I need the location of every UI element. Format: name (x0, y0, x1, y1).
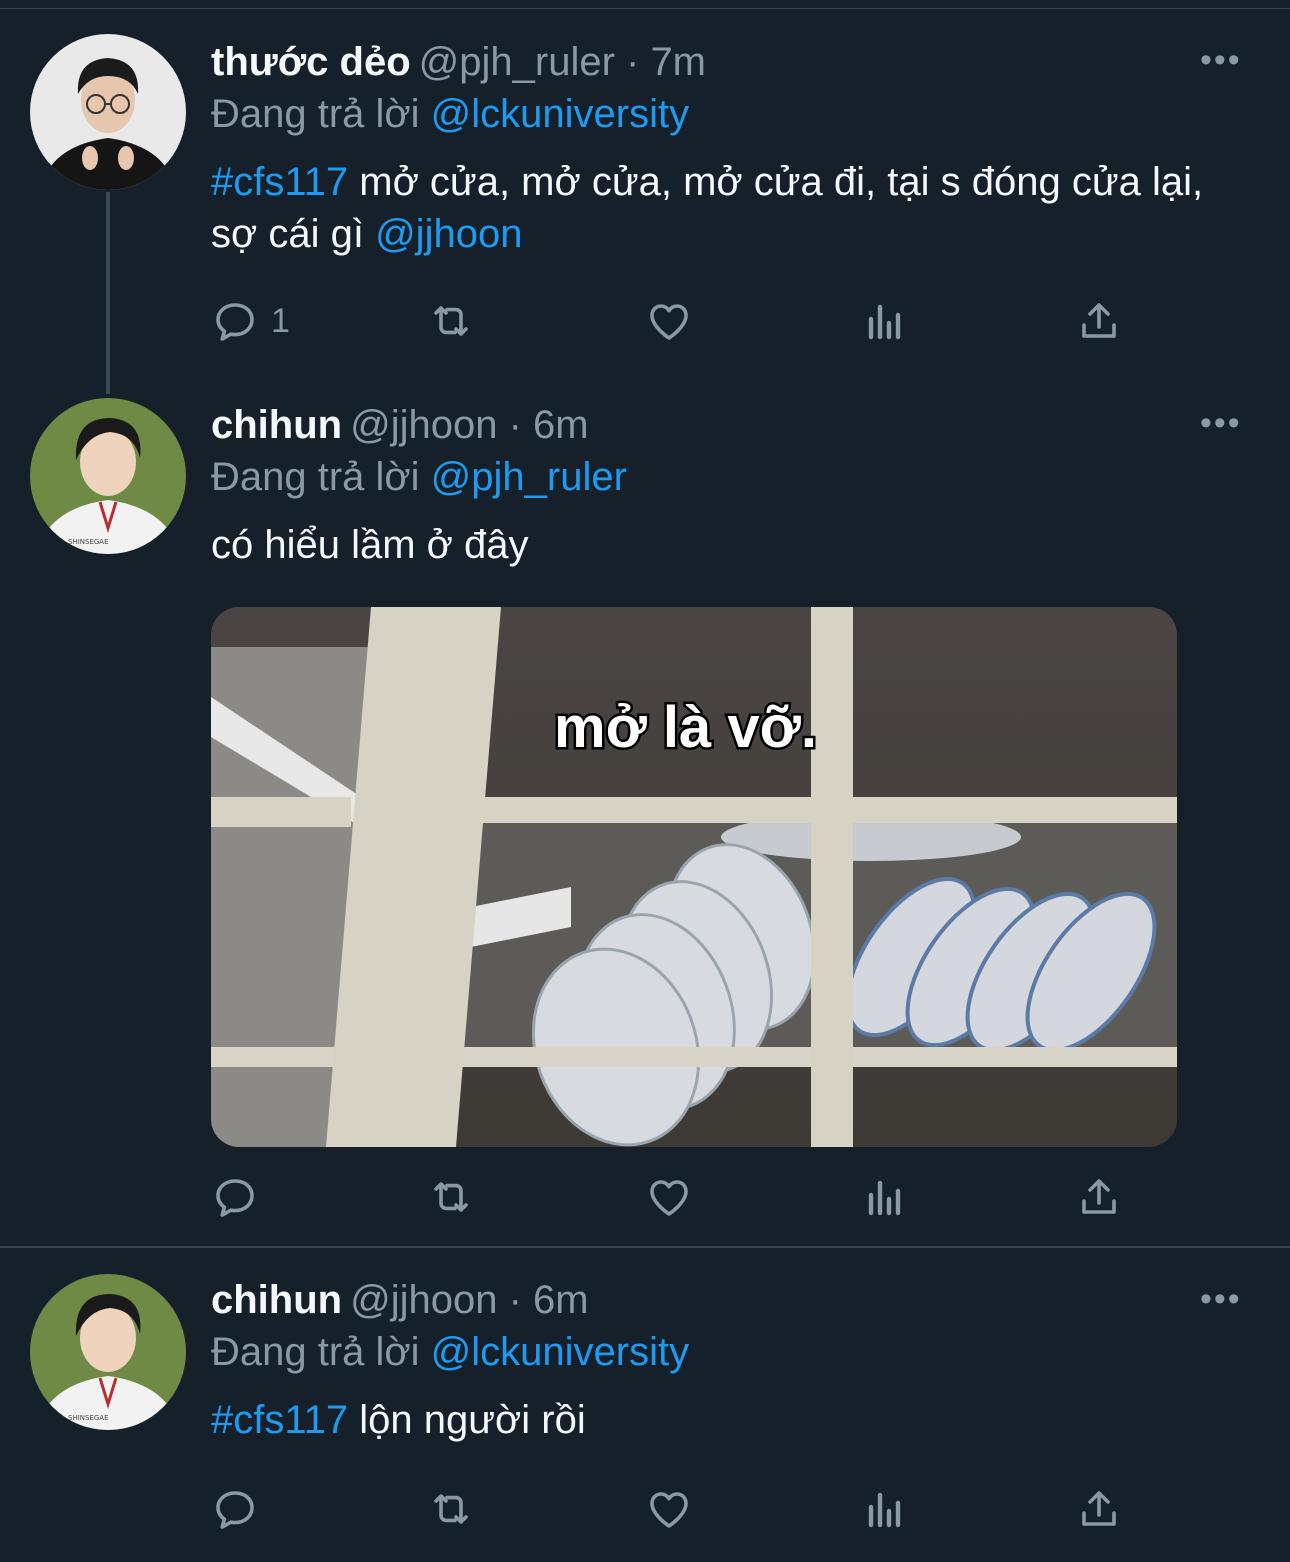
tweet-jjhoon[interactable]: SHINSEGAE ••• chihun @jjhoon · 6m Đang tr… (0, 1248, 1290, 1562)
mention-link[interactable]: @jjhoon (375, 212, 522, 256)
display-name[interactable]: thước dẻo (211, 40, 411, 84)
analytics-icon (868, 1180, 901, 1216)
display-name[interactable]: chihun (211, 1278, 342, 1322)
media-caption: mở là vỡ. (554, 695, 817, 760)
replying-to: Đang trả lời @pjh_ruler (211, 455, 627, 499)
svg-text:SHINSEGAE: SHINSEGAE (68, 538, 109, 546)
analytics-icon (868, 304, 901, 340)
reply-button[interactable] (211, 1484, 259, 1534)
analytics-button[interactable] (861, 1172, 909, 1222)
retweet-button[interactable] (427, 1484, 475, 1534)
user-handle[interactable]: @pjh_ruler · 7m (419, 40, 706, 84)
tweet-actions (211, 1484, 1131, 1534)
analytics-icon (868, 1492, 901, 1528)
retweet-icon (434, 1182, 468, 1212)
tweet-pjh-ruler[interactable]: ••• thước dẻo @pjh_ruler · 7m Đang trả lờ… (0, 0, 1290, 380)
retweet-button[interactable] (427, 296, 475, 346)
like-button[interactable] (645, 1172, 693, 1222)
tweet-actions: 1 (211, 296, 1131, 346)
hashtag-link[interactable]: #cfs117 (211, 1398, 348, 1442)
retweet-icon (434, 1494, 468, 1524)
reply-icon (216, 303, 254, 341)
timestamp[interactable]: 7m (650, 40, 706, 84)
display-name[interactable]: chihun (211, 403, 342, 447)
like-button[interactable] (645, 1484, 693, 1534)
reply-icon (216, 1179, 254, 1217)
share-icon (1082, 303, 1116, 338)
share-button[interactable] (1075, 1484, 1123, 1534)
replying-to-link[interactable]: @lckuniversity (431, 92, 689, 136)
share-icon (1082, 1179, 1116, 1214)
like-button[interactable] (645, 296, 693, 346)
share-button[interactable] (1075, 296, 1123, 346)
timestamp[interactable]: 6m (533, 403, 589, 447)
timestamp[interactable]: 6m (533, 1278, 589, 1322)
reply-button[interactable] (211, 1172, 259, 1222)
analytics-button[interactable] (861, 1484, 909, 1534)
retweet-icon (434, 306, 468, 336)
tweet-header: thước dẻo @pjh_ruler · 7m (211, 36, 1241, 88)
tweet-media-image[interactable]: mở là vỡ. (211, 607, 1177, 1147)
svg-text:SHINSEGAE: SHINSEGAE (68, 1414, 109, 1422)
reply-icon (216, 1491, 254, 1529)
tweet-text: #cfs117 mở cửa, mở cửa, mở cửa đi, tại s… (211, 160, 1204, 256)
tweet-header: chihun @jjhoon · 6m (211, 1274, 1241, 1326)
replying-to-link[interactable]: @lckuniversity (431, 1330, 689, 1374)
replying-to-link[interactable]: @pjh_ruler (431, 455, 627, 499)
heart-icon (650, 304, 688, 340)
share-button[interactable] (1075, 1172, 1123, 1222)
avatar-pjh-ruler[interactable] (30, 34, 186, 190)
heart-icon (650, 1492, 688, 1528)
avatar-jjhoon[interactable]: SHINSEGAE (30, 398, 186, 554)
user-handle[interactable]: @jjhoon · 6m (350, 403, 589, 447)
replying-to: Đang trả lời @lckuniversity (211, 1330, 690, 1374)
tweet-header: chihun @jjhoon · 6m (211, 399, 1241, 451)
reply-count: 1 (271, 301, 290, 340)
reply-button[interactable]: 1 (211, 296, 290, 346)
retweet-button[interactable] (427, 1172, 475, 1222)
hashtag-link[interactable]: #cfs117 (211, 160, 348, 204)
tweet-actions (211, 1172, 1131, 1222)
tweet-text: #cfs117 lộn người rồi (211, 1398, 586, 1442)
tweet-jjhoon-reply[interactable]: SHINSEGAE ••• chihun @jjhoon · 6m Đang tr… (0, 380, 1290, 1246)
replying-to: Đang trả lời @lckuniversity (211, 92, 690, 136)
avatar-jjhoon[interactable]: SHINSEGAE (30, 1274, 186, 1430)
user-handle[interactable]: @jjhoon · 6m (350, 1278, 589, 1322)
heart-icon (650, 1180, 688, 1216)
analytics-button[interactable] (861, 296, 909, 346)
share-icon (1082, 1491, 1116, 1526)
tweet-text: có hiểu lầm ở đây (211, 523, 529, 567)
